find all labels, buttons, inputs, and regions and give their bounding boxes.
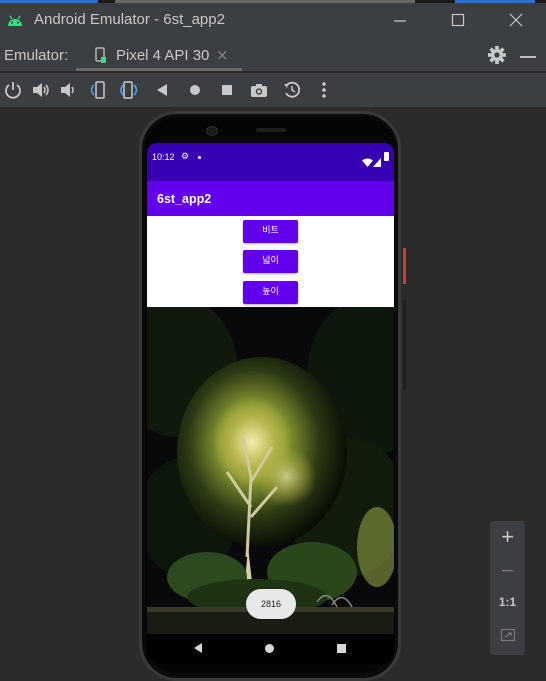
volume-up-icon[interactable] (31, 80, 51, 100)
overview-icon[interactable] (217, 80, 237, 100)
front-camera (206, 126, 218, 136)
toast-message: 2816 (246, 589, 296, 619)
volume-down-icon[interactable] (58, 80, 78, 100)
close-icon[interactable] (501, 6, 531, 36)
rotate-right-icon[interactable] (120, 80, 140, 100)
phone-icon (95, 47, 107, 64)
height-button[interactable]: 높이 (243, 281, 298, 304)
signal-icon (373, 152, 381, 167)
maximize-icon[interactable] (443, 6, 473, 36)
more-icon[interactable] (314, 80, 334, 100)
nav-home-icon[interactable] (265, 644, 274, 653)
nav-back-icon[interactable] (194, 643, 202, 653)
screenshot-icon[interactable] (249, 80, 269, 100)
snapshot-icon[interactable] (282, 80, 302, 100)
back-icon[interactable] (153, 80, 173, 100)
zoom-one-to-one[interactable]: 1:1 (490, 595, 525, 609)
status-time: 10:12 (152, 152, 175, 162)
battery-icon (384, 152, 389, 161)
tab-close-icon[interactable]: × (216, 46, 229, 64)
fit-screen-icon[interactable] (490, 627, 525, 648)
device-status-bar (147, 143, 394, 181)
volume-side-button[interactable] (403, 300, 406, 390)
night-tree-photo (147, 307, 394, 634)
tab-underline (76, 68, 242, 71)
top-stripe (0, 0, 546, 3)
gear-icon[interactable] (487, 44, 507, 66)
width-button[interactable]: 넓이 (243, 250, 298, 273)
emulator-label: Emulator: (4, 47, 69, 64)
window-title: Android Emulator - 6st_app2 (34, 11, 225, 28)
notification-dot-icon (198, 156, 201, 159)
nav-recents-icon[interactable] (337, 644, 346, 653)
minimize-icon[interactable] (385, 6, 415, 36)
zoom-out-icon[interactable]: − (490, 558, 525, 584)
android-icon (6, 12, 24, 28)
bit-button[interactable]: 비트 (243, 220, 298, 243)
power-icon[interactable] (3, 80, 23, 100)
collapse-icon[interactable] (520, 56, 536, 58)
tab-label: Pixel 4 API 30 (116, 47, 210, 64)
wifi-icon (362, 152, 373, 167)
emulator-toolbar (0, 73, 546, 107)
home-icon[interactable] (185, 80, 205, 100)
zoom-in-icon[interactable]: + (490, 524, 525, 550)
rotate-left-icon[interactable] (87, 80, 107, 100)
status-gear-icon: ⚙ (181, 152, 190, 162)
power-side-button[interactable] (403, 248, 406, 284)
app-title: 6st_app2 (157, 192, 212, 206)
earpiece-speaker (256, 128, 286, 132)
